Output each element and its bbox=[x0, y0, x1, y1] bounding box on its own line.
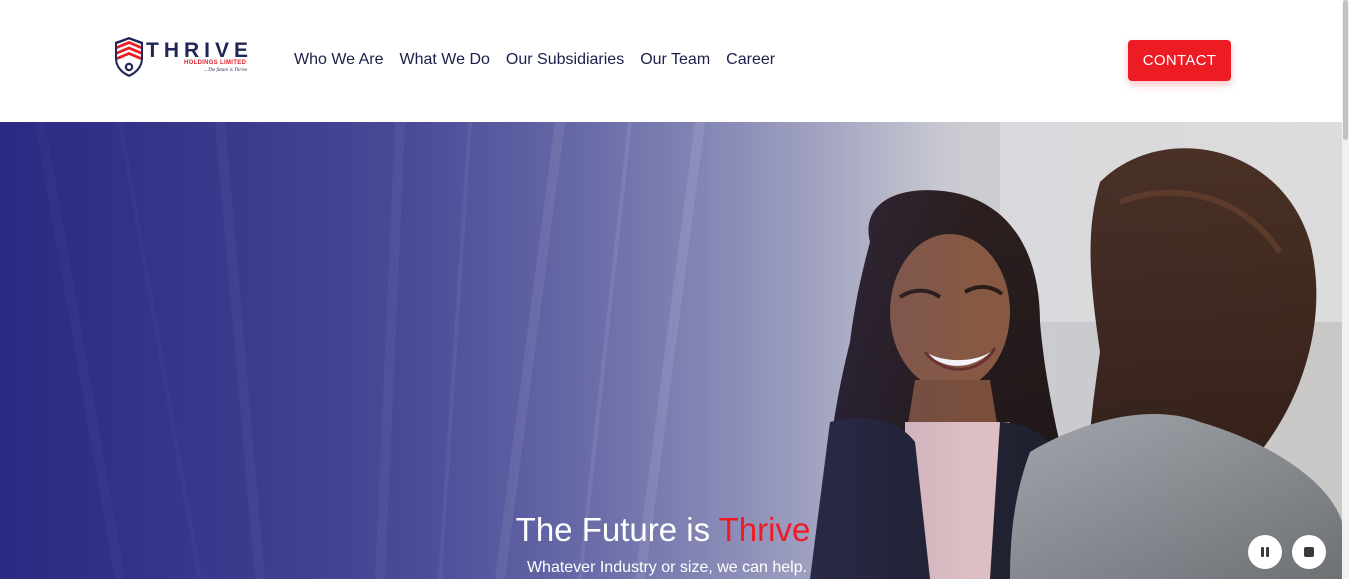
nav-item-our-team[interactable]: Our Team bbox=[640, 50, 710, 70]
site-header: THRIVE HOLDINGS LIMITED ...The future is… bbox=[0, 0, 1342, 122]
thrive-logo[interactable]: THRIVE HOLDINGS LIMITED ...The future is… bbox=[113, 36, 248, 80]
hero-title-prefix: The Future is bbox=[515, 511, 719, 548]
hero-subtitle: Whatever Industry or size, we can help. bbox=[526, 559, 808, 576]
hero-title: The Future is Thrive bbox=[0, 511, 1326, 549]
pause-icon bbox=[1261, 547, 1269, 557]
logo-tagline: ...The future is Thrive bbox=[204, 68, 248, 73]
pause-button[interactable] bbox=[1248, 535, 1282, 569]
nav-item-our-subsidiaries[interactable]: Our Subsidiaries bbox=[506, 50, 624, 70]
shield-logo-icon bbox=[115, 37, 143, 77]
main-nav: Who We Are What We Do Our Subsidiaries O… bbox=[294, 50, 791, 70]
hero-section: The Future is Thrive Whatever Industry o… bbox=[0, 122, 1342, 579]
stop-icon bbox=[1304, 547, 1314, 557]
hero-title-accent: Thrive bbox=[718, 511, 811, 548]
nav-item-what-we-do[interactable]: What We Do bbox=[400, 50, 490, 70]
logo-subtitle: HOLDINGS LIMITED bbox=[184, 60, 247, 66]
nav-item-career[interactable]: Career bbox=[726, 50, 775, 70]
stop-button[interactable] bbox=[1292, 535, 1326, 569]
vertical-scrollbar[interactable] bbox=[1342, 0, 1349, 579]
contact-button[interactable]: CONTACT bbox=[1128, 40, 1231, 81]
page: THRIVE HOLDINGS LIMITED ...The future is… bbox=[0, 0, 1349, 579]
nav-item-who-we-are[interactable]: Who We Are bbox=[294, 50, 384, 70]
scrollbar-thumb[interactable] bbox=[1343, 0, 1348, 140]
